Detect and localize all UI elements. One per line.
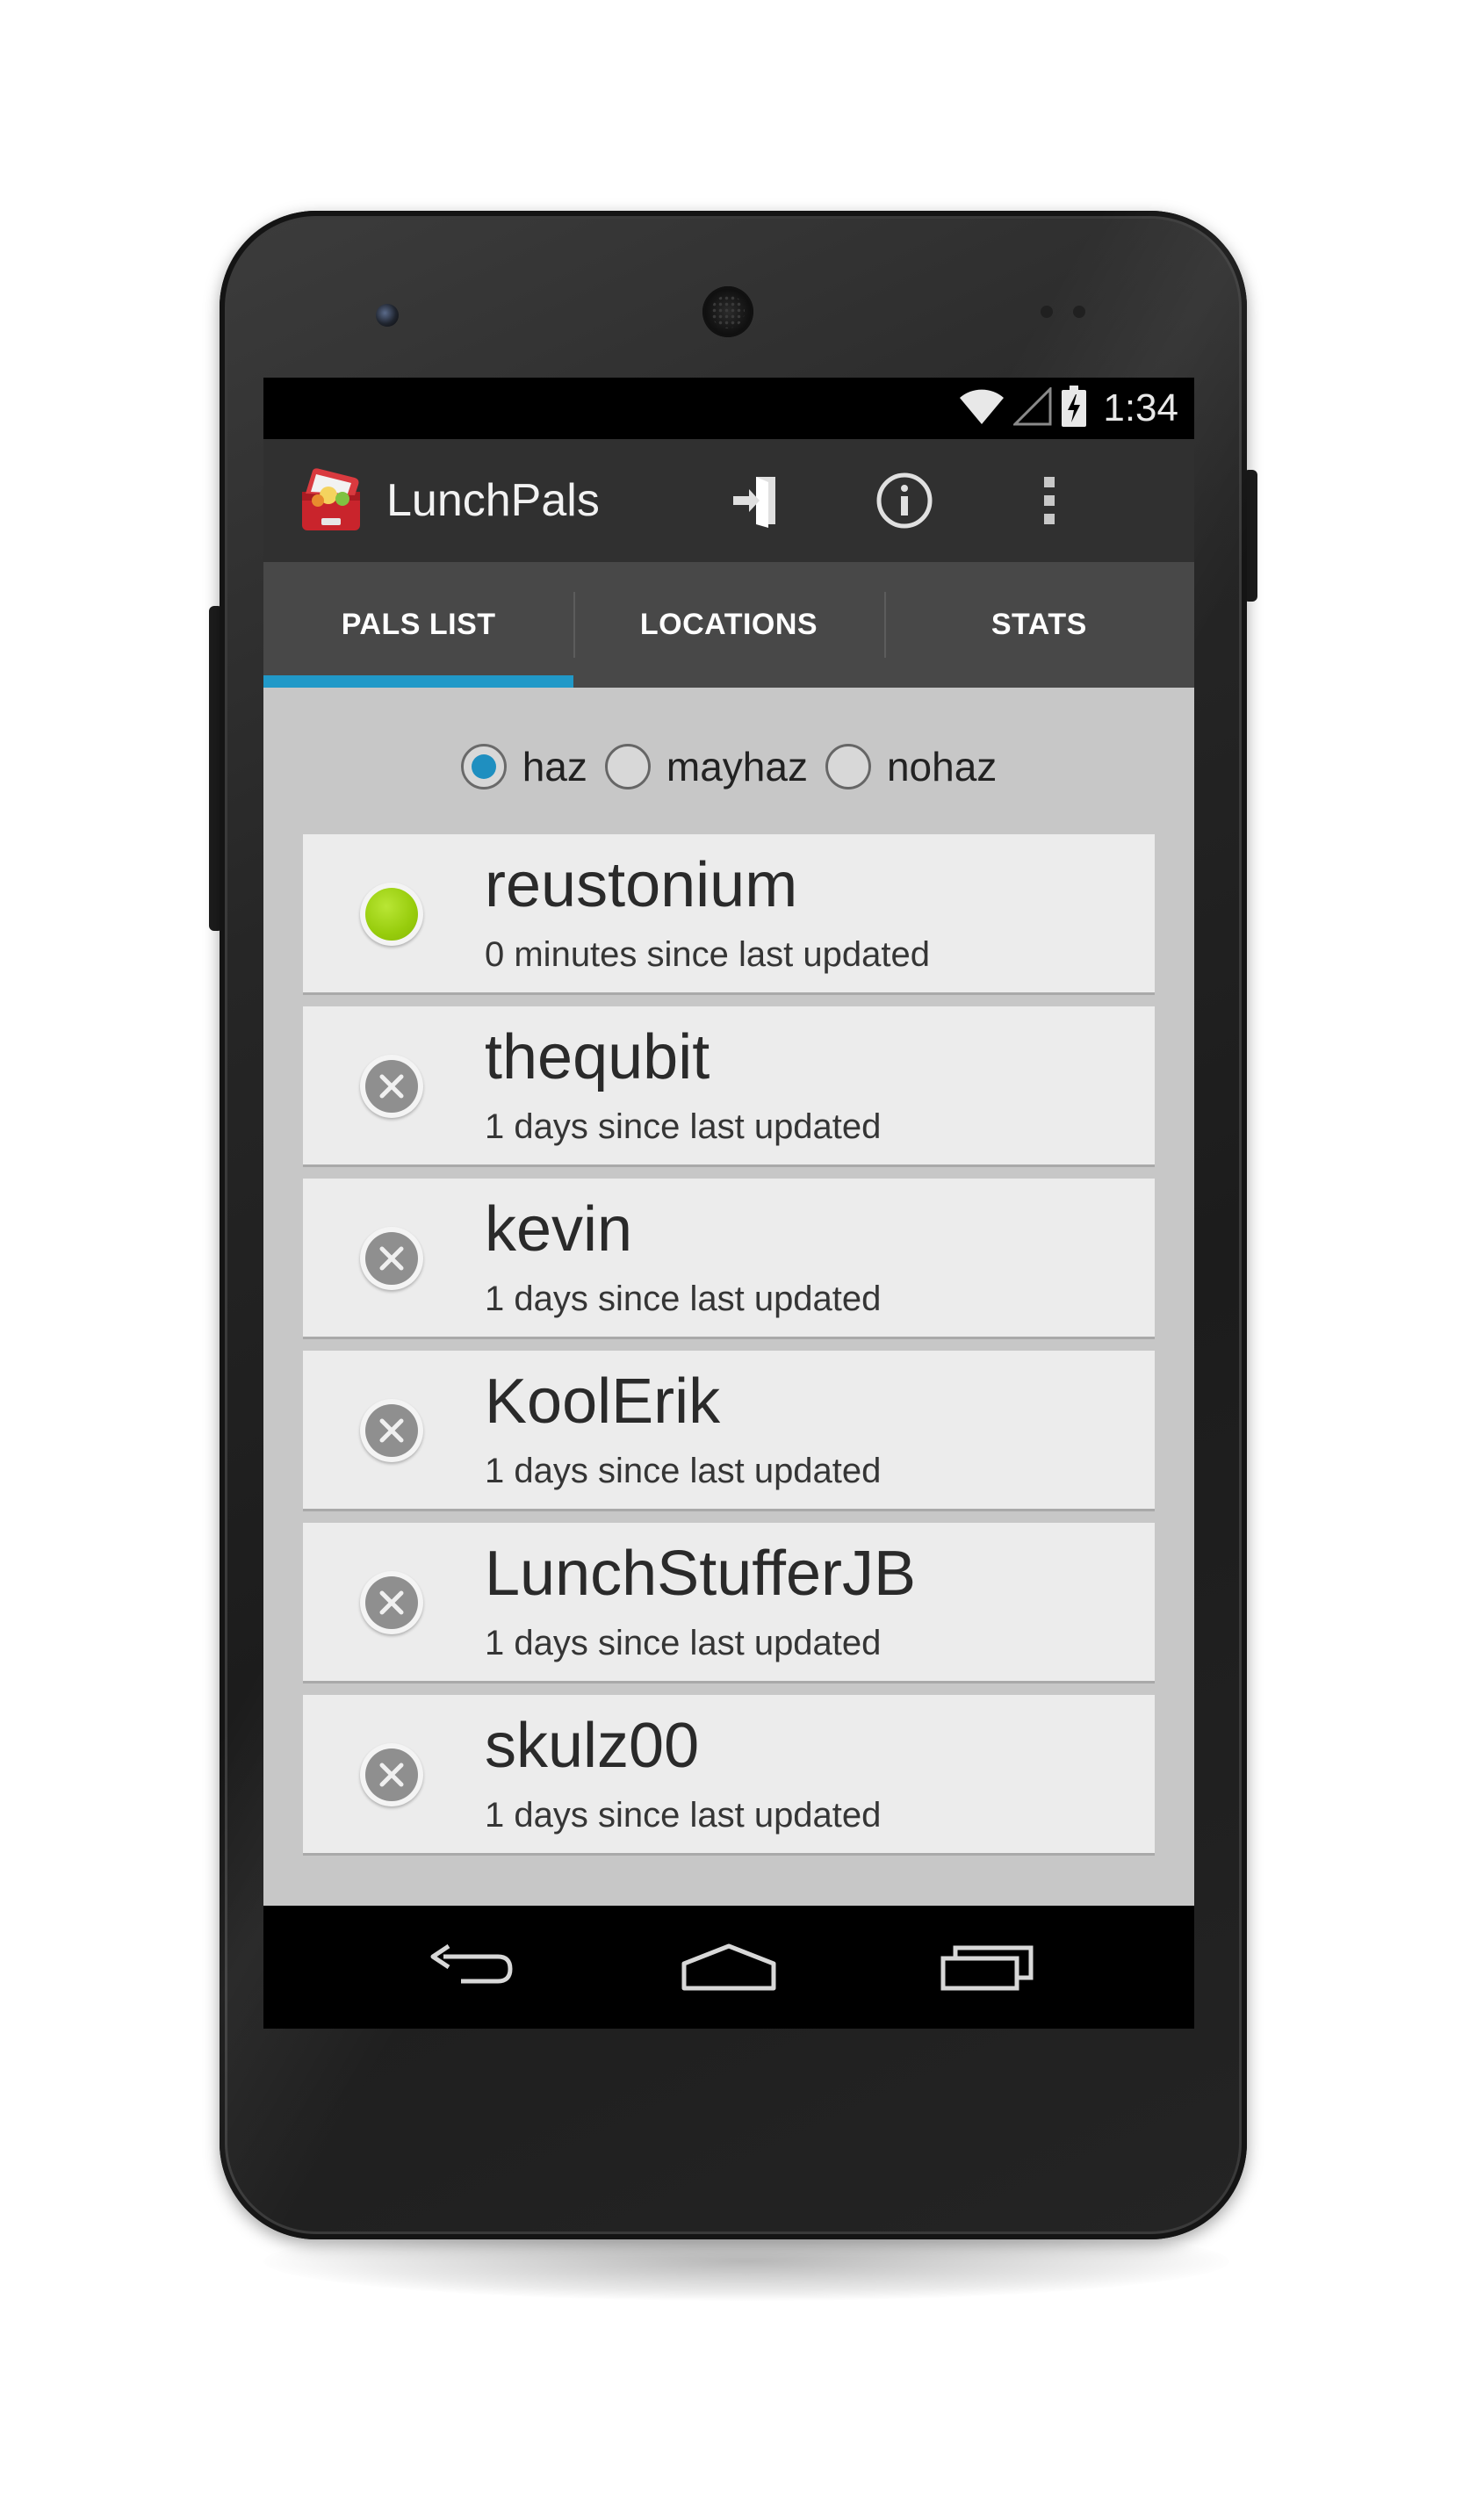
pals-list-content: haz mayhaz nohaz reustonium 0 minutes si…: [263, 688, 1194, 1906]
haz-filter-group: haz mayhaz nohaz: [263, 732, 1194, 802]
overflow-menu-button[interactable]: [1014, 465, 1084, 536]
app-title: LunchPals: [386, 475, 600, 526]
front-camera: [376, 304, 399, 327]
pal-row[interactable]: KoolErik 1 days since last updated: [303, 1351, 1155, 1509]
tab-bar: PALS LIST LOCATIONS STATS: [263, 562, 1194, 688]
sign-out-button[interactable]: [720, 465, 790, 536]
pal-row[interactable]: LunchStufferJB 1 days since last updated: [303, 1523, 1155, 1681]
offline-status-icon: [360, 1399, 423, 1462]
offline-status-icon: [360, 1571, 423, 1634]
offline-status-icon: [360, 1743, 423, 1806]
back-button[interactable]: [421, 1936, 518, 1998]
home-icon: [681, 1943, 776, 1991]
pal-last-updated: 1 days since last updated: [485, 1796, 882, 1835]
pal-last-updated: 1 days since last updated: [485, 1107, 882, 1146]
proximity-sensor: [1041, 306, 1053, 318]
pal-last-updated: 1 days since last updated: [485, 1452, 882, 1490]
pal-row[interactable]: reustonium 0 minutes since last updated: [303, 834, 1155, 992]
radio-button[interactable]: [460, 744, 507, 789]
recents-icon: [940, 1945, 1034, 1991]
radio-button[interactable]: [825, 744, 871, 789]
navigation-bar: [263, 1906, 1194, 2029]
pal-last-updated: 1 days since last updated: [485, 1624, 882, 1662]
info-button[interactable]: [869, 465, 940, 536]
home-button[interactable]: [681, 1936, 777, 1998]
back-icon: [430, 1943, 513, 1984]
online-status-icon: [360, 883, 423, 946]
pal-name: thequbit: [485, 1022, 710, 1092]
pal-list: reustonium 0 minutes since last updated …: [303, 834, 1155, 1867]
pal-name: reustonium: [485, 850, 798, 920]
radio-haz[interactable]: haz: [460, 743, 587, 790]
pal-last-updated: 0 minutes since last updated: [485, 935, 930, 974]
battery-charging-icon: [1061, 385, 1087, 432]
phone-screen: 1:34 LunchPals PALS LIST LOCATIONS STATS…: [263, 378, 1194, 2029]
offline-status-icon: [360, 1055, 423, 1118]
wifi-icon: [959, 387, 1005, 430]
sign-out-icon: [733, 477, 775, 528]
tab-stats[interactable]: STATS: [883, 562, 1194, 688]
light-sensor: [1073, 306, 1085, 318]
pal-name: LunchStufferJB: [485, 1539, 916, 1609]
pal-row[interactable]: skulz00 1 days since last updated: [303, 1695, 1155, 1853]
overflow-menu-icon: [1044, 477, 1055, 524]
signal-icon: [1012, 385, 1052, 430]
status-bar: 1:34: [263, 378, 1194, 439]
pal-row[interactable]: kevin 1 days since last updated: [303, 1179, 1155, 1337]
radio-mayhaz[interactable]: mayhaz: [604, 743, 808, 790]
earpiece-speaker: [702, 286, 753, 337]
radio-button[interactable]: [604, 744, 651, 789]
pal-name: skulz00: [485, 1711, 700, 1781]
status-time: 1:34: [1103, 386, 1178, 429]
action-bar: LunchPals: [263, 439, 1194, 562]
radio-nohaz[interactable]: nohaz: [825, 743, 997, 790]
app-logo-icon[interactable]: [297, 465, 367, 536]
tab-locations[interactable]: LOCATIONS: [573, 562, 883, 688]
pal-name: kevin: [485, 1194, 633, 1265]
pal-last-updated: 1 days since last updated: [485, 1280, 882, 1318]
pal-row[interactable]: thequbit 1 days since last updated: [303, 1006, 1155, 1164]
info-icon: [876, 472, 933, 529]
recents-button[interactable]: [940, 1936, 1036, 1998]
pal-name: KoolErik: [485, 1366, 721, 1437]
tab-pals-list[interactable]: PALS LIST: [263, 562, 574, 688]
offline-status-icon: [360, 1227, 423, 1290]
